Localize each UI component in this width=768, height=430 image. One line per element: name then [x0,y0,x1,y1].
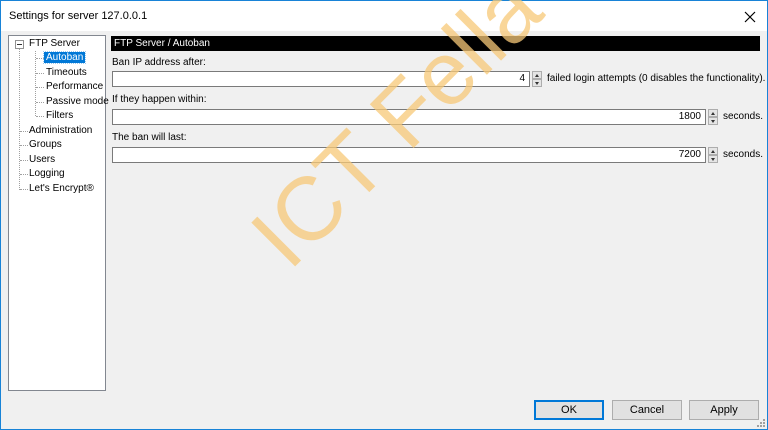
within-suffix: seconds. [723,111,764,122]
duration-suffix: seconds. [723,149,764,160]
cancel-button[interactable]: Cancel [612,400,682,420]
spin-down-icon[interactable] [708,117,718,125]
apply-button[interactable]: Apply [689,400,759,420]
tree-item-filters[interactable]: Filters [46,109,73,123]
ban-after-label: Ban IP address after: [112,57,206,68]
within-spinner[interactable] [708,109,718,125]
close-button[interactable] [739,6,761,28]
duration-spinner[interactable] [708,147,718,163]
settings-tree[interactable]: FTP Server Autoban Timeouts Performance … [8,35,109,391]
collapse-icon[interactable] [15,40,24,49]
window-title: Settings for server 127.0.0.1 [9,10,148,22]
ban-after-input[interactable]: 4 [112,71,530,87]
tree-item-lets-encrypt[interactable]: Let's Encrypt® [29,182,94,196]
spin-up-icon[interactable] [532,71,542,79]
tree-item-administration[interactable]: Administration [29,124,92,138]
title-bar[interactable]: Settings for server 127.0.0.1 [1,1,767,31]
tree-connector [19,49,20,190]
spin-up-icon[interactable] [708,147,718,155]
tree-item-performance[interactable]: Performance [46,80,103,94]
tree-item-timeouts[interactable]: Timeouts [46,66,87,80]
duration-label: The ban will last: [112,132,187,143]
ban-after-suffix: failed login attempts (0 disables the fu… [547,73,766,84]
resize-grip-icon[interactable] [756,418,766,428]
ban-after-spinner[interactable] [532,71,542,87]
tree-item-groups[interactable]: Groups [29,138,62,152]
tree-item-logging[interactable]: Logging [29,167,65,181]
tree-item-users[interactable]: Users [29,153,55,167]
close-icon [744,11,756,23]
spin-down-icon[interactable] [708,155,718,163]
tree-item-label: Autoban [42,51,87,64]
panel-header: FTP Server / Autoban [111,36,760,51]
tree-item-passive-mode[interactable]: Passive mode [46,95,109,109]
duration-input[interactable]: 7200 [112,147,706,163]
within-input[interactable]: 1800 [112,109,706,125]
spin-up-icon[interactable] [708,109,718,117]
tree-connector [35,51,36,116]
ok-button[interactable]: OK [534,400,604,420]
within-label: If they happen within: [112,94,207,105]
tree-item-autoban[interactable]: Autoban [42,51,87,65]
spin-down-icon[interactable] [532,79,542,87]
tree-item-ftp-server[interactable]: FTP Server [29,37,80,51]
